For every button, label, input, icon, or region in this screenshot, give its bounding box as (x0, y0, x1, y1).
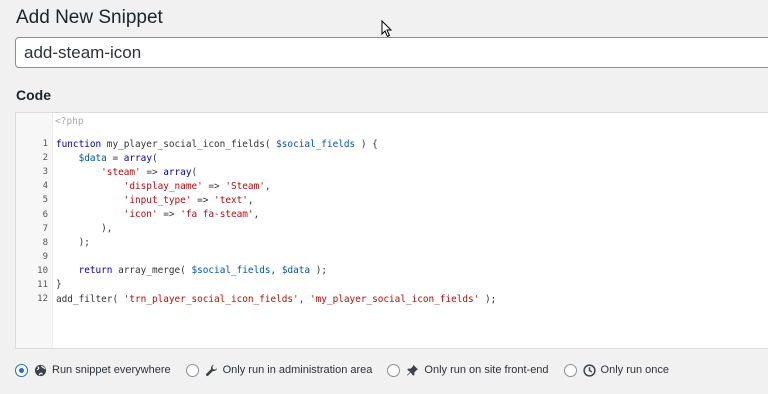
line-number: 10 (37, 265, 48, 276)
line-number: 5 (42, 195, 48, 206)
code-line[interactable]: 11} (16, 278, 768, 292)
code-editor[interactable]: <?php 1 function my_player_social_icon_fi… (15, 112, 768, 349)
radio-button[interactable] (563, 363, 577, 377)
line-number: 6 (42, 209, 48, 220)
line-number: 11 (37, 279, 48, 290)
code-line[interactable]: 3 'steam' => array( (16, 165, 768, 179)
line-number: 7 (42, 223, 48, 234)
line-code[interactable]: 'display_name' => 'Steam', (52, 181, 271, 192)
run-option-3[interactable]: Only run once (563, 363, 670, 377)
code-line[interactable]: 12 add_filter( 'trn_player_social_icon_fi… (16, 292, 768, 306)
radio-button[interactable] (15, 363, 28, 377)
line-code[interactable]: } (52, 279, 62, 290)
run-option-0[interactable]: Run snippet everywhere (15, 363, 171, 377)
globe-icon (34, 364, 47, 377)
line-code[interactable]: ); (52, 237, 90, 248)
line-code[interactable]: 'input_type' => 'text', (52, 195, 254, 206)
code-line[interactable]: 7 ), (16, 222, 768, 236)
snippet-title-input[interactable] (15, 37, 768, 68)
code-line[interactable]: 4 'display_name' => 'Steam', (16, 179, 768, 193)
line-number: 3 (42, 167, 48, 178)
line-number: 12 (37, 294, 48, 305)
php-open-tag: <?php (55, 116, 84, 127)
code-line[interactable]: 9 (16, 250, 768, 264)
run-option-label: Only run in administration area (222, 364, 373, 376)
wrench-icon (205, 364, 218, 377)
code-line[interactable]: 2 $data = array( (16, 151, 768, 165)
clock-icon (582, 363, 596, 377)
line-code[interactable]: ), (52, 223, 112, 234)
line-code[interactable]: add_filter( 'trn_player_social_icon_fiel… (52, 294, 496, 305)
run-option-label: Run snippet everywhere (52, 364, 171, 376)
line-code[interactable]: 'icon' => 'fa fa-steam', (52, 209, 259, 220)
run-option-1[interactable]: Only run in administration area (185, 363, 373, 377)
line-number: 9 (42, 251, 48, 262)
line-code[interactable]: return array_merge( $social_fields, $dat… (52, 265, 327, 276)
mouse-cursor-icon (381, 20, 393, 38)
line-number: 4 (42, 181, 48, 192)
code-line[interactable]: 10 return array_merge( $social_fields, $… (16, 264, 768, 278)
run-scope-options: Run snippet everywhere Only run in admini… (15, 362, 684, 378)
line-number: 2 (42, 153, 48, 164)
line-number: 8 (42, 237, 48, 248)
line-code[interactable]: function my_player_social_icon_fields( $… (52, 139, 378, 150)
pushpin-icon (406, 364, 419, 377)
page-title: Add New Snippet (16, 7, 163, 28)
line-number: 1 (42, 139, 48, 150)
run-option-2[interactable]: Only run on site front-end (387, 363, 549, 377)
line-code[interactable]: 'steam' => array( (52, 167, 197, 178)
line-code[interactable]: $data = array( (52, 153, 158, 164)
code-lines[interactable]: 1 function my_player_social_icon_fields( … (16, 137, 768, 306)
code-line[interactable]: 1 function my_player_social_icon_fields( … (16, 137, 768, 151)
run-option-label: Only run once (600, 364, 670, 376)
code-line[interactable]: 6 'icon' => 'fa fa-steam', (16, 207, 768, 221)
radio-button[interactable] (185, 363, 199, 377)
run-option-label: Only run on site front-end (424, 364, 549, 376)
code-line[interactable]: 5 'input_type' => 'text', (16, 193, 768, 207)
code-label: Code (16, 87, 51, 103)
radio-button[interactable] (387, 363, 401, 377)
code-line[interactable]: 8 ); (16, 236, 768, 250)
